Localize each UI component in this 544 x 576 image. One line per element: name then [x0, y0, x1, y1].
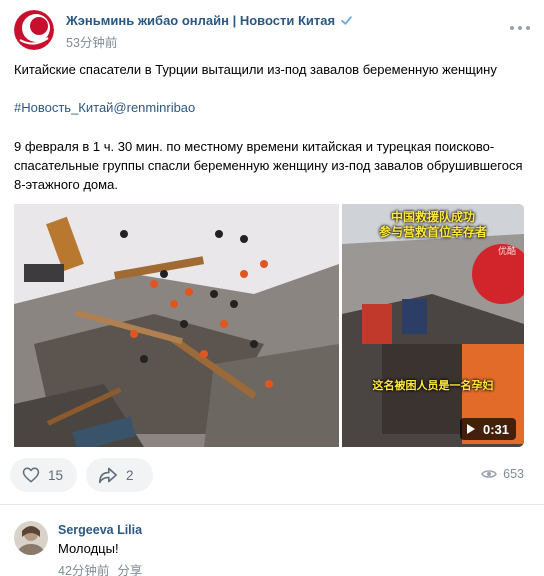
- share-count: 2: [126, 467, 134, 483]
- video-title-line2: 参与营救首位幸存者: [378, 225, 487, 239]
- share-arrow-icon: [99, 467, 117, 484]
- views-counter: 653: [481, 467, 524, 481]
- post-video[interactable]: 中国救援队成功 参与营救首位幸存者 优酷 这名被困人员是一名孕妇 0:31: [342, 204, 524, 447]
- renmin-logo-icon: [14, 10, 54, 50]
- dot-icon: [510, 26, 514, 30]
- rescue-video-frame: [342, 204, 524, 447]
- dot-icon: [518, 26, 522, 30]
- post-actions: 15 2 653: [10, 458, 530, 492]
- video-title-line1: 中国救援队成功: [390, 210, 475, 224]
- divider: [0, 504, 544, 505]
- user-avatar-icon: [14, 521, 48, 555]
- views-count: 653: [503, 467, 524, 481]
- post-title-text: Китайские спасатели в Турции вытащили из…: [14, 62, 497, 77]
- video-title: 中国救援队成功 参与营救首位幸存者: [342, 210, 524, 240]
- video-caption: 这名被困人员是一名孕妇: [372, 379, 494, 392]
- post-header: Жэньминь жибао онлайн | Новости Китая 53…: [14, 10, 530, 50]
- avatar[interactable]: [14, 10, 54, 50]
- comment-avatar[interactable]: [14, 521, 48, 555]
- dot-icon: [526, 26, 530, 30]
- share-button[interactable]: 2: [86, 458, 153, 492]
- video-duration: 0:31: [482, 421, 509, 437]
- comment-share-link[interactable]: 分享: [117, 560, 142, 576]
- author-name-text: Жэньминь жибао онлайн | Новости Китая: [66, 13, 336, 28]
- video-watermark: 优酷: [497, 247, 516, 257]
- comment-author[interactable]: Sergeeva Lilia: [58, 523, 142, 537]
- comment-time[interactable]: 42分钟前: [58, 560, 109, 576]
- like-count: 15: [47, 467, 63, 483]
- post-time[interactable]: 53分钟前: [66, 32, 117, 51]
- post-photo[interactable]: [14, 204, 339, 447]
- rubble-aerial-photo: [14, 204, 339, 447]
- comment-text: Молодцы!: [58, 541, 119, 556]
- heart-icon: [22, 467, 40, 483]
- post-body-text: 9 февраля в 1 ч. 30 мин. по местному вре…: [14, 139, 523, 192]
- verified-icon: [341, 16, 352, 25]
- more-options-button[interactable]: [510, 20, 530, 36]
- video-duration-badge: 0:31: [459, 418, 516, 440]
- comment-meta: 42分钟前 分享: [58, 560, 142, 576]
- hashtag-link[interactable]: #Новость_Китай@renminribao: [14, 98, 530, 117]
- play-icon: [466, 424, 475, 434]
- author-name[interactable]: Жэньминь жибао онлайн | Новости Китая: [66, 13, 353, 28]
- like-button[interactable]: 15: [10, 458, 77, 492]
- eye-icon: [481, 470, 497, 478]
